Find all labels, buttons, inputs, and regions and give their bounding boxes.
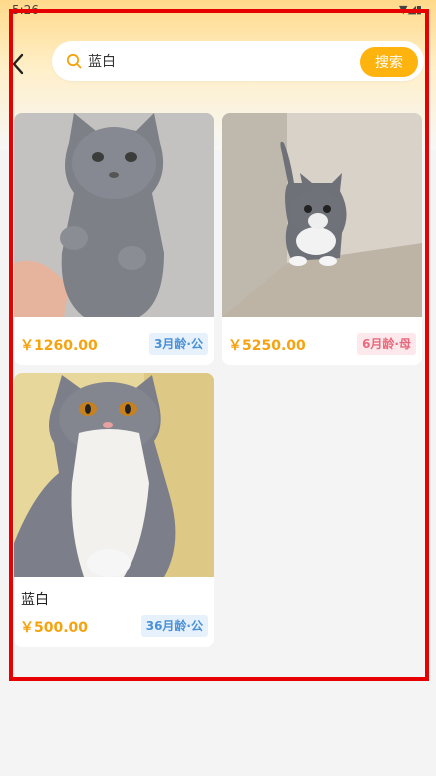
search-button[interactable]: 搜索: [360, 47, 418, 77]
status-time: 5:26: [12, 3, 39, 17]
price: ￥500.00: [20, 620, 89, 636]
search-bar: 搜索: [52, 41, 424, 81]
pet-photo: [222, 113, 422, 317]
pet-card[interactable]: ￥1260.00 3月龄·公: [14, 113, 214, 365]
back-button[interactable]: [6, 50, 30, 78]
price: ￥1260.00: [20, 338, 98, 354]
age-gender-badge: 3月龄·公: [149, 333, 208, 355]
search-icon: [66, 53, 82, 69]
pet-photo: [14, 113, 214, 317]
search-input[interactable]: [88, 49, 318, 73]
pet-card[interactable]: ￥5250.00 6月龄·母: [222, 113, 422, 365]
status-bar: 5:26 ▼◢▮: [0, 0, 436, 22]
price: ￥5250.00: [228, 338, 306, 354]
status-icons: ▼◢▮: [399, 3, 422, 16]
chevron-left-icon: [12, 53, 24, 75]
age-gender-badge: 36月龄·公: [140, 615, 208, 637]
pet-title: 蓝白: [21, 592, 49, 608]
pet-card[interactable]: 蓝白 ￥500.00 36月龄·公: [14, 373, 214, 647]
age-gender-badge: 6月龄·母: [357, 333, 416, 355]
pet-photo: [14, 373, 214, 577]
